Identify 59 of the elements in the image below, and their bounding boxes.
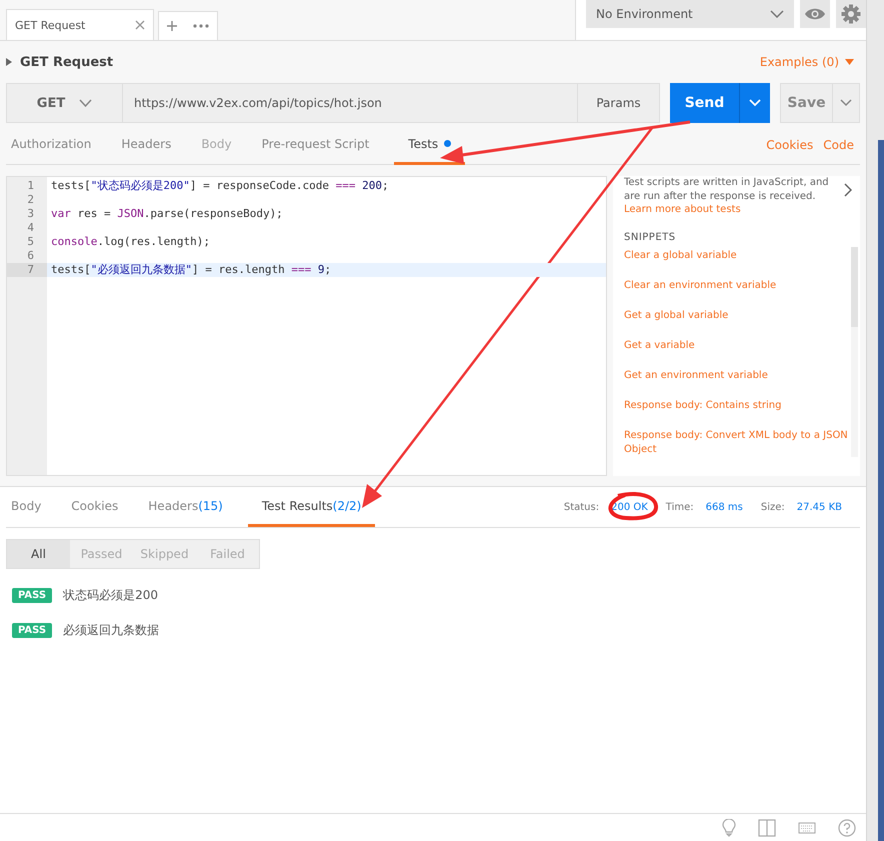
snippet-link[interactable]: Get a global variable: [624, 309, 851, 323]
save-button[interactable]: Save: [780, 83, 860, 123]
caret-icon[interactable]: [845, 59, 854, 65]
two-pane-icon[interactable]: [758, 818, 776, 836]
send-button[interactable]: Send: [670, 83, 770, 123]
header-link[interactable]: Cookies: [766, 138, 814, 152]
response-tab[interactable]: Headers(15): [143, 487, 236, 527]
snippet-link[interactable]: Clear a global variable: [624, 249, 851, 263]
more-icon[interactable]: [193, 24, 209, 28]
test-name: 状态码必须是200: [63, 587, 158, 604]
snippet-link[interactable]: Get a variable: [624, 339, 851, 353]
header-link[interactable]: Code: [823, 138, 854, 152]
scrollbar[interactable]: [851, 247, 858, 457]
status-badge: PASS: [12, 588, 52, 603]
eye-icon[interactable]: [800, 0, 830, 28]
snippet-link[interactable]: Clear an environment variable: [624, 279, 851, 293]
request-name: GET Request: [20, 54, 114, 70]
filter-button[interactable]: Skipped: [133, 540, 196, 568]
filter-button[interactable]: Passed: [70, 540, 133, 568]
request-section-tab[interactable]: Authorization: [6, 125, 104, 165]
meta-value: 27.45 KB: [796, 502, 842, 512]
snippets-heading: SNIPPETS: [624, 232, 677, 243]
meta-label: Status:: [564, 502, 600, 512]
snippets-intro: Test scripts are written in JavaScript, and are run after the response is received.: [624, 176, 830, 204]
settings-icon[interactable]: [836, 0, 866, 28]
snippet-link[interactable]: Get an environment variable: [624, 369, 851, 383]
learn-more-link[interactable]: Learn more about tests: [624, 204, 860, 215]
environment-dropdown[interactable]: No Environment: [586, 0, 794, 28]
caret-icon[interactable]: [840, 99, 852, 107]
snippet-link[interactable]: Response body: Convert XML body to a JSON Object: [624, 429, 851, 457]
examples-link[interactable]: Examples (0): [760, 55, 860, 69]
expand-icon[interactable]: [6, 58, 12, 66]
filter-button[interactable]: All: [7, 540, 70, 568]
filter-button[interactable]: Failed: [196, 540, 259, 568]
request-section-tab[interactable]: Headers: [116, 125, 184, 165]
status-badge: PASS: [12, 623, 52, 638]
help-icon[interactable]: [838, 818, 856, 836]
code-text: console.log(res.length);: [50, 235, 210, 249]
window-scrollbar[interactable]: [866, 0, 884, 841]
close-icon[interactable]: [135, 20, 145, 30]
test-name: 必须返回九条数据: [63, 622, 160, 639]
plus-icon[interactable]: [167, 21, 177, 31]
meta-label: Size:: [760, 502, 785, 512]
code-editor[interactable]: 1 tests["状态码必须是200"] = responseCode.code === 200; 2 3 var res = JSON.parse(responseBody); 4 5 console.log(res.length); 6 7 tests["必须返回九条数据"] = res.length === 9;: [6, 176, 607, 476]
request-section-tab[interactable]: Pre-request Script: [256, 125, 382, 165]
meta-value: 668 ms: [706, 502, 743, 512]
code-text: var res = JSON.parse(responseBody);: [50, 207, 283, 221]
request-tab[interactable]: GET Request: [6, 9, 154, 40]
meta-label: Time:: [666, 502, 694, 512]
response-tab[interactable]: Cookies: [66, 487, 132, 527]
chevron-down-icon[interactable]: [770, 10, 784, 18]
lightbulb-icon[interactable]: [722, 818, 736, 836]
line-number: 7: [7, 263, 47, 277]
code-text: tests["状态码必须是200"] = responseCode.code === 200;: [50, 179, 389, 193]
keyboard-icon[interactable]: [798, 822, 816, 834]
code-text: tests["必须返回九条数据"] = res.length === 9;: [50, 263, 332, 277]
snippet-link[interactable]: Response body: Contains string: [624, 399, 851, 413]
chevron-right-icon[interactable]: [844, 183, 852, 197]
response-tab[interactable]: Body: [6, 487, 54, 527]
